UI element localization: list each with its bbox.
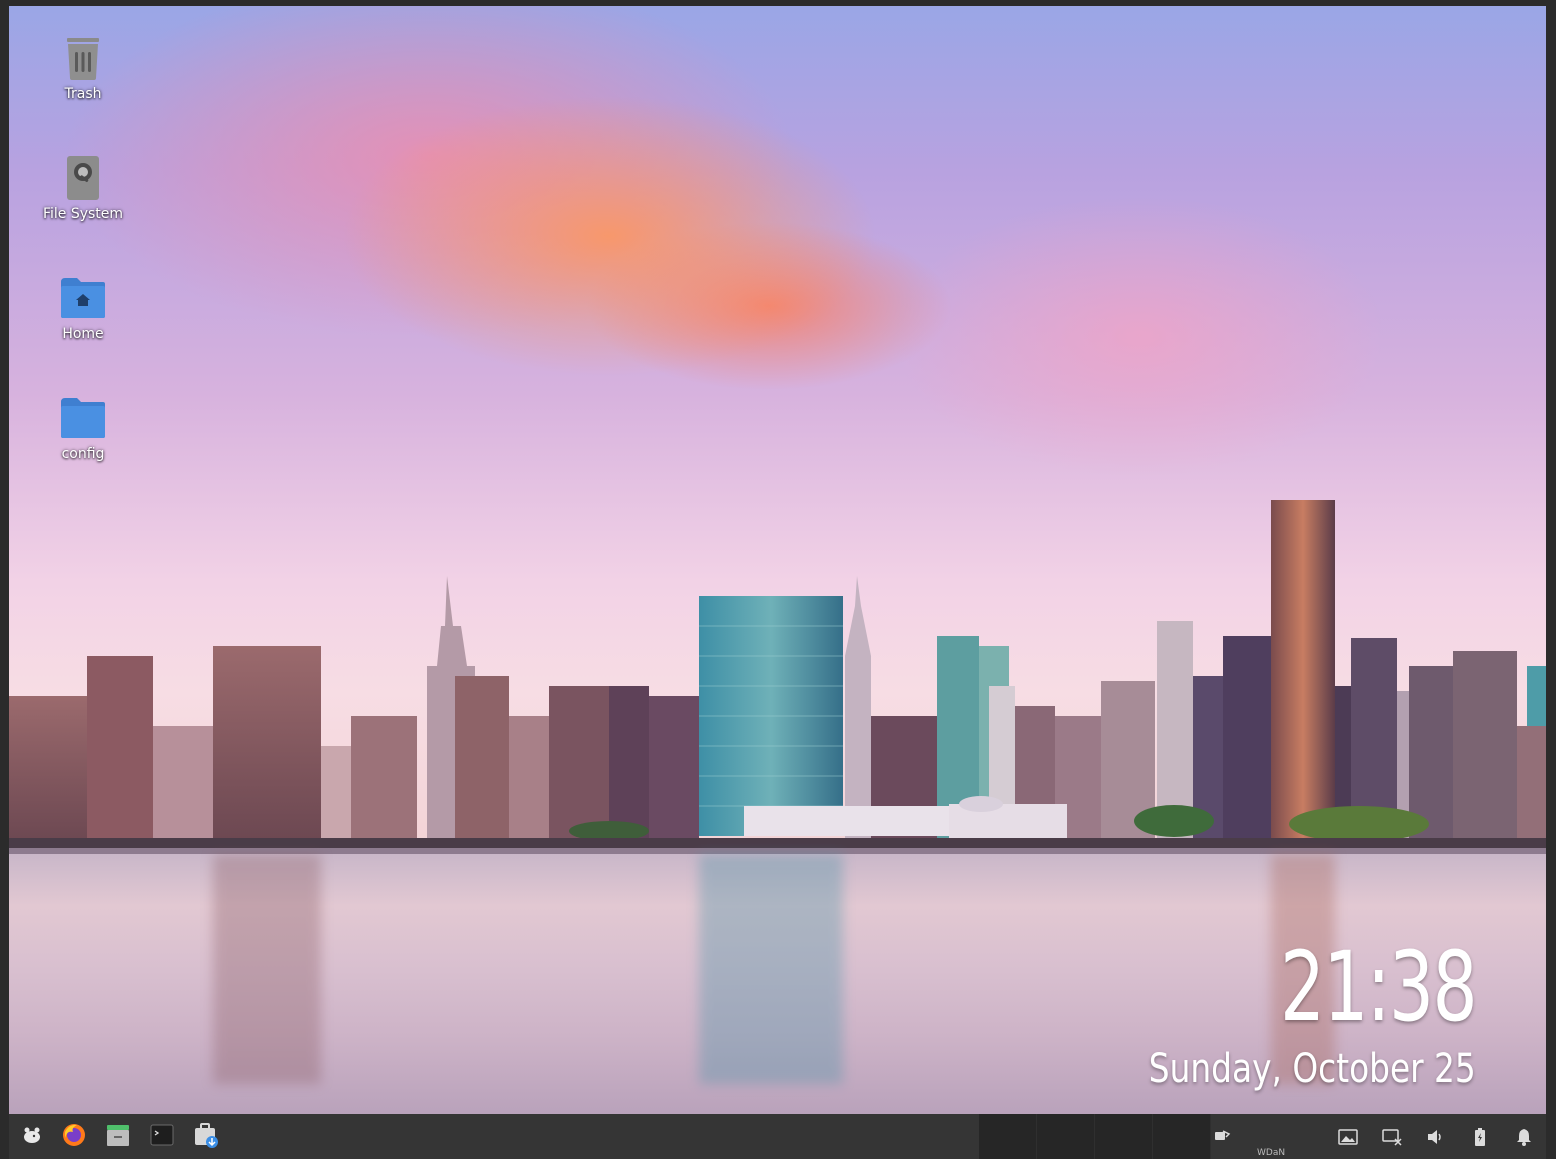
- clock-date: Sunday, October 25: [1148, 1046, 1476, 1092]
- notification-bell-icon[interactable]: [1513, 1126, 1535, 1148]
- file-manager-launcher[interactable]: [103, 1122, 133, 1152]
- workspace-2[interactable]: [1037, 1114, 1095, 1159]
- workspace-4[interactable]: [1153, 1114, 1211, 1159]
- terminal-icon: [149, 1122, 175, 1152]
- taskbar: WDaN: [9, 1114, 1546, 1159]
- city-skyline: [9, 500, 1546, 866]
- software-installer-icon: [192, 1121, 220, 1153]
- software-installer-launcher[interactable]: [191, 1122, 221, 1152]
- desktop-background: Trash File System Home config 21:38 Sund…: [9, 6, 1546, 1114]
- desktop-icon-file-system[interactable]: File System: [33, 154, 133, 222]
- image-viewer-icon[interactable]: [1337, 1126, 1359, 1148]
- desktop-icon-label: config: [61, 446, 105, 462]
- desktop-icon-home[interactable]: Home: [33, 274, 133, 342]
- workspace-1[interactable]: [979, 1114, 1037, 1159]
- desktop-icon-label: Trash: [64, 86, 102, 102]
- tray-partial-text: WDaN: [1257, 1148, 1286, 1158]
- home-folder-icon: [59, 274, 107, 322]
- hard-drive-icon: [59, 154, 107, 202]
- whisker-menu-icon: [21, 1124, 43, 1150]
- firefox-launcher[interactable]: [59, 1122, 89, 1152]
- desktop-icon-trash[interactable]: Trash: [33, 34, 133, 102]
- clock-time: 21:38: [1280, 931, 1478, 1043]
- network-icon[interactable]: [1211, 1126, 1233, 1148]
- battery-icon[interactable]: [1469, 1126, 1491, 1148]
- display-icon[interactable]: [1381, 1126, 1403, 1148]
- file-manager-icon: [105, 1122, 131, 1152]
- workspace-3[interactable]: [1095, 1114, 1153, 1159]
- whisker-menu-button[interactable]: [17, 1122, 47, 1152]
- volume-icon[interactable]: [1425, 1126, 1447, 1148]
- trash-icon: [59, 34, 107, 82]
- terminal-launcher[interactable]: [147, 1122, 177, 1152]
- desktop-icon-label: File System: [42, 206, 124, 222]
- desktop-icon-config[interactable]: config: [33, 394, 133, 462]
- firefox-icon: [61, 1122, 87, 1152]
- folder-icon: [59, 394, 107, 442]
- desktop-icon-label: Home: [62, 326, 104, 342]
